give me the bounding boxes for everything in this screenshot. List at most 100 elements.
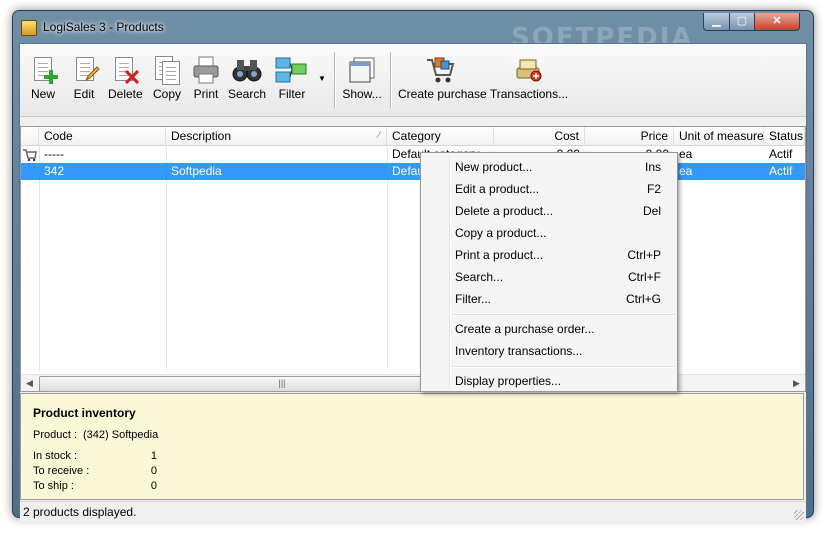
column-header-status[interactable]: Status xyxy=(764,127,805,145)
create-purchase-label: Create purchase xyxy=(398,87,487,101)
delete-button[interactable]: Delete xyxy=(108,52,143,110)
in-stock-value: 1 xyxy=(150,450,157,462)
delete-x-icon xyxy=(111,56,139,84)
menu-item-search[interactable]: Search... Ctrl+F xyxy=(423,266,675,288)
to-ship-label: To ship : xyxy=(33,480,74,492)
cell-description xyxy=(166,146,387,163)
chevron-down-icon: ▼ xyxy=(318,74,326,83)
menu-item-label: Edit a product... xyxy=(455,182,540,196)
menu-item-edit-product[interactable]: Edit a product... F2 xyxy=(423,178,675,200)
products-grid: Code Description ⁄ Category Cost Price U… xyxy=(20,126,806,392)
horizontal-scrollbar[interactable]: ◀ ||| ▶ xyxy=(21,374,805,391)
cart-icon xyxy=(21,146,39,163)
menu-item-create-purchase-order[interactable]: Create a purchase order... xyxy=(423,318,675,340)
menu-item-print-product[interactable]: Print a product... Ctrl+P xyxy=(423,244,675,266)
app-icon xyxy=(21,20,37,36)
menu-item-copy-product[interactable]: Copy a product... xyxy=(423,222,675,244)
to-ship-value: 0 xyxy=(150,480,157,492)
column-header-description[interactable]: Description ⁄ xyxy=(166,127,387,145)
app-window: LogiSales 3 - Products SOFTPEDIA ▁ ▢ ✕ N… xyxy=(12,10,814,522)
menu-item-delete-product[interactable]: Delete a product... Del xyxy=(423,200,675,222)
scroll-left-arrow-icon[interactable]: ◀ xyxy=(21,375,38,391)
menu-item-inventory-transactions[interactable]: Inventory transactions... xyxy=(423,340,675,362)
context-menu: New product... Ins Edit a product... F2 … xyxy=(420,152,678,392)
product-label: Product : xyxy=(33,429,78,441)
show-windows-icon xyxy=(348,56,376,84)
menu-item-label: Filter... xyxy=(455,292,492,306)
menu-item-label: Copy a product... xyxy=(455,226,547,240)
menu-item-label: Delete a product... xyxy=(455,204,554,218)
product-value: (342) Softpedia xyxy=(83,429,159,441)
copy-button[interactable]: Copy xyxy=(152,52,182,110)
column-header-category[interactable]: Category xyxy=(387,127,494,145)
row-indicator-header xyxy=(21,127,39,145)
edit-button[interactable]: Edit xyxy=(72,52,100,110)
in-stock-label: In stock : xyxy=(33,450,78,462)
menu-item-display-properties[interactable]: Display properties... xyxy=(423,370,675,392)
status-text: 2 products displayed. xyxy=(23,505,137,519)
filter-label: Filter xyxy=(278,87,306,101)
menu-item-label: Inventory transactions... xyxy=(455,344,583,358)
edit-pencil-icon xyxy=(72,56,100,84)
menu-item-label: Display properties... xyxy=(455,374,562,388)
menu-item-shortcut: Ctrl+P xyxy=(627,248,661,262)
new-label: New xyxy=(30,87,55,101)
print-button[interactable]: Print xyxy=(192,52,220,110)
transactions-icon xyxy=(514,56,544,84)
menu-item-filter[interactable]: Filter... Ctrl+G xyxy=(423,288,675,310)
column-header-code[interactable]: Code xyxy=(39,127,166,145)
menu-item-label: New product... xyxy=(455,160,533,174)
cell-description: Softpedia xyxy=(171,164,222,178)
transactions-label: Transactions... xyxy=(489,87,569,101)
to-receive-value: 0 xyxy=(150,465,157,477)
client-area: New Edit Delete Copy Print Search Filter… xyxy=(19,43,807,522)
filter-icon xyxy=(272,56,312,84)
scroll-right-arrow-icon[interactable]: ▶ xyxy=(788,375,805,391)
menu-item-shortcut: Ins xyxy=(644,160,661,174)
print-label: Print xyxy=(193,87,219,101)
column-header-price[interactable]: Price xyxy=(585,127,674,145)
toolbar: New Edit Delete Copy Print Search Filter… xyxy=(20,44,806,117)
new-button[interactable]: New xyxy=(30,52,58,110)
printer-icon xyxy=(192,56,220,84)
create-purchase-button[interactable]: Create purchase xyxy=(398,52,487,110)
cell-unit: ea xyxy=(679,147,693,161)
inventory-title: Product inventory xyxy=(33,406,136,420)
menu-item-shortcut: Ctrl+G xyxy=(625,292,661,306)
window-title: LogiSales 3 - Products xyxy=(43,20,164,34)
delete-label: Delete xyxy=(108,87,143,101)
search-label: Search xyxy=(228,87,267,101)
filter-button[interactable]: Filter xyxy=(272,52,312,110)
product-inventory-panel: Product inventory Product : (342) Softpe… xyxy=(20,393,804,500)
sort-indicator-icon: ⁄ xyxy=(378,130,380,141)
menu-item-label: Search... xyxy=(455,270,504,284)
toolbar-separator xyxy=(334,52,336,108)
toolbar-separator xyxy=(390,52,392,108)
copy-label: Copy xyxy=(152,87,181,101)
menu-item-shortcut: Ctrl+F xyxy=(628,270,661,284)
cell-unit: ea xyxy=(679,164,693,178)
title-bar[interactable]: LogiSales 3 - Products SOFTPEDIA ▁ ▢ ✕ xyxy=(13,11,813,53)
cell-code: 342 xyxy=(44,164,65,178)
column-header-unit[interactable]: Unit of measure xyxy=(674,127,764,145)
grid-header: Code Description ⁄ Category Cost Price U… xyxy=(21,127,805,146)
column-header-cost[interactable]: Cost xyxy=(494,127,585,145)
column-header-description-label: Description xyxy=(171,129,232,143)
table-row[interactable]: ----- Default category 0.00 0.00 ea Acti… xyxy=(21,146,805,163)
resize-grip-icon[interactable] xyxy=(794,510,804,520)
transactions-button[interactable]: Transactions... xyxy=(488,52,570,110)
maximize-button[interactable]: ▢ xyxy=(729,13,755,31)
close-button[interactable]: ✕ xyxy=(754,13,800,31)
new-document-icon xyxy=(30,56,58,84)
menu-item-new-product[interactable]: New product... Ins xyxy=(423,156,675,178)
menu-item-shortcut: F2 xyxy=(646,182,661,196)
status-bar: 2 products displayed. xyxy=(20,501,806,522)
minimize-button[interactable]: ▁ xyxy=(703,13,730,31)
cell-status: Actif xyxy=(769,164,793,178)
show-button[interactable]: Show... xyxy=(342,52,382,110)
filter-dropdown-arrow[interactable]: ▼ xyxy=(316,72,328,86)
menu-item-label: Create a purchase order... xyxy=(455,322,595,336)
search-button[interactable]: Search xyxy=(228,52,267,110)
table-row-selected[interactable]: 342 Softpedia Defau ea Actif xyxy=(21,163,805,180)
menu-item-shortcut: Del xyxy=(642,204,661,218)
